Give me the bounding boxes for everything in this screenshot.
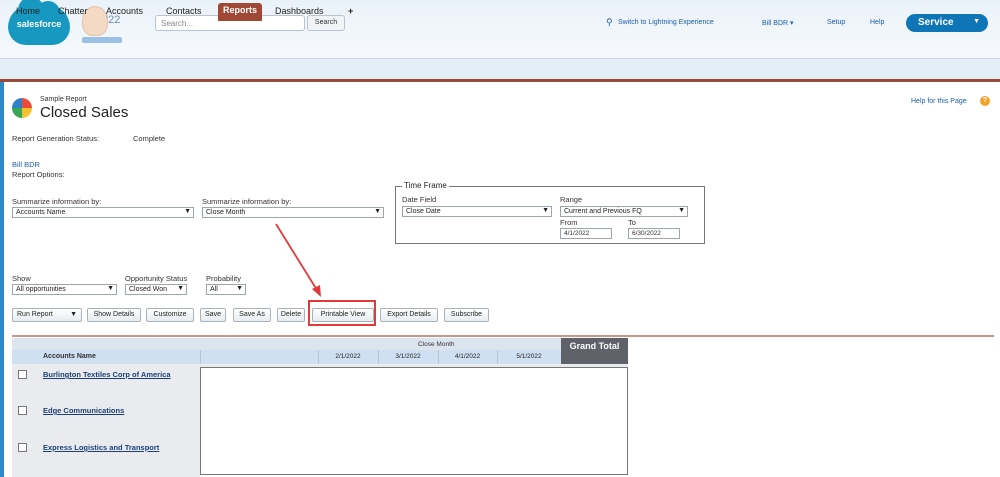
setup-link[interactable]: Setup [827, 19, 845, 26]
left-accent-strip [0, 82, 4, 477]
account-link[interactable]: Burlington Textiles Corp of America [43, 370, 171, 379]
from-date-input[interactable]: 4/1/2022 [560, 228, 612, 239]
grand-total-header: Grand Total [561, 338, 628, 367]
page-title: Closed Sales [40, 104, 129, 121]
tab-chatter[interactable]: Chatter [58, 4, 88, 19]
run-report-button[interactable]: Run Report ▼ [12, 308, 82, 322]
owner-link[interactable]: Bill BDR [12, 160, 40, 169]
mascot-banner [82, 37, 122, 43]
month-header: 2/1/2022 [335, 353, 361, 360]
show-label: Show [12, 274, 31, 283]
save-as-button[interactable]: Save As [233, 308, 271, 322]
summarize1-select[interactable]: Accounts Name ▼ [12, 207, 194, 218]
summarize1-label: Summarize information by: [12, 197, 102, 206]
status-label: Report Generation Status: [12, 134, 100, 143]
lightbulb-icon: ⚲ [606, 17, 613, 27]
opp-status-select[interactable]: Closed Won ▼ [125, 284, 187, 295]
column-divider [200, 350, 201, 364]
chevron-down-icon: ▼ [107, 285, 114, 292]
opp-status-label: Opportunity Status [125, 274, 188, 283]
range-label: Range [560, 195, 583, 204]
table-group-header [12, 338, 561, 350]
report-subtitle: Sample Report [40, 96, 87, 103]
account-link[interactable]: Edge Communications [43, 406, 124, 415]
date-field-label: Date Field [402, 195, 437, 204]
close-month-header: Close Month [418, 341, 455, 348]
report-options-label: Report Options: [12, 170, 65, 179]
subscribe-button[interactable]: Subscribe [444, 308, 489, 322]
status-value: Complete [133, 134, 166, 143]
tab-add[interactable]: + [348, 4, 353, 19]
caret-down-icon: ▼ [70, 311, 77, 318]
save-button[interactable]: Save [200, 308, 226, 322]
caret-down-icon: ▼ [973, 18, 980, 25]
help-link[interactable]: Help [870, 19, 884, 26]
delete-button[interactable]: Delete [277, 308, 305, 322]
summarize2-label: Summarize information by: [202, 197, 292, 206]
chevron-down-icon: ▼ [542, 207, 549, 214]
switch-lightning-link[interactable]: Switch to Lightning Experience [618, 19, 714, 26]
help-icon[interactable]: ? [980, 96, 990, 106]
probability-select[interactable]: All ▼ [206, 284, 246, 295]
customize-button[interactable]: Customize [146, 308, 194, 322]
summarize2-select[interactable]: Close Month ▼ [202, 207, 384, 218]
to-label: To [628, 218, 636, 227]
to-date-input[interactable]: 6/30/2022 [628, 228, 680, 239]
chevron-down-icon: ▼ [236, 285, 243, 292]
caret-down-icon: ▾ [790, 20, 794, 27]
chevron-down-icon: ▼ [678, 207, 685, 214]
account-link[interactable]: Express Logistics and Transport [43, 443, 159, 452]
date-field-select[interactable]: Close Date ▼ [402, 206, 552, 217]
month-header: 3/1/2022 [395, 353, 421, 360]
tab-contacts[interactable]: Contacts [166, 4, 202, 19]
chevron-down-icon: ▼ [374, 208, 381, 215]
tab-dashboards[interactable]: Dashboards [275, 4, 324, 19]
highlight-box [308, 300, 376, 326]
range-select[interactable]: Current and Previous FQ ▼ [560, 206, 688, 217]
user-menu[interactable]: Bill BDR ▾ [762, 19, 794, 27]
chevron-down-icon: ▼ [177, 285, 184, 292]
report-icon [12, 98, 32, 118]
row-checkbox[interactable] [18, 370, 27, 379]
tab-accounts[interactable]: Accounts [106, 4, 143, 19]
month-header: 5/1/2022 [516, 353, 542, 360]
show-details-button[interactable]: Show Details [87, 308, 141, 322]
table-data-area [200, 367, 628, 475]
annotation-arrow [275, 223, 321, 297]
time-frame-legend: Time Frame [402, 181, 449, 190]
from-label: From [560, 218, 578, 227]
row-checkbox[interactable] [18, 406, 27, 415]
row-checkbox[interactable] [18, 443, 27, 452]
tab-reports[interactable]: Reports [218, 3, 263, 21]
chevron-down-icon: ▼ [184, 208, 191, 215]
month-header: 4/1/2022 [454, 353, 481, 360]
global-header [0, 0, 1000, 58]
section-divider [12, 335, 994, 337]
app-switcher-button[interactable]: Service ▼ [906, 14, 988, 32]
probability-label: Probability [206, 274, 242, 283]
accounts-name-header: Accounts Name [43, 353, 96, 360]
tab-home[interactable]: Home [16, 4, 40, 19]
help-for-page-link[interactable]: Help for this Page [911, 98, 967, 105]
account-column [12, 364, 200, 477]
show-select[interactable]: All opportunities ▼ [12, 284, 117, 295]
export-details-button[interactable]: Export Details [380, 308, 438, 322]
tab-bar [0, 58, 1000, 82]
